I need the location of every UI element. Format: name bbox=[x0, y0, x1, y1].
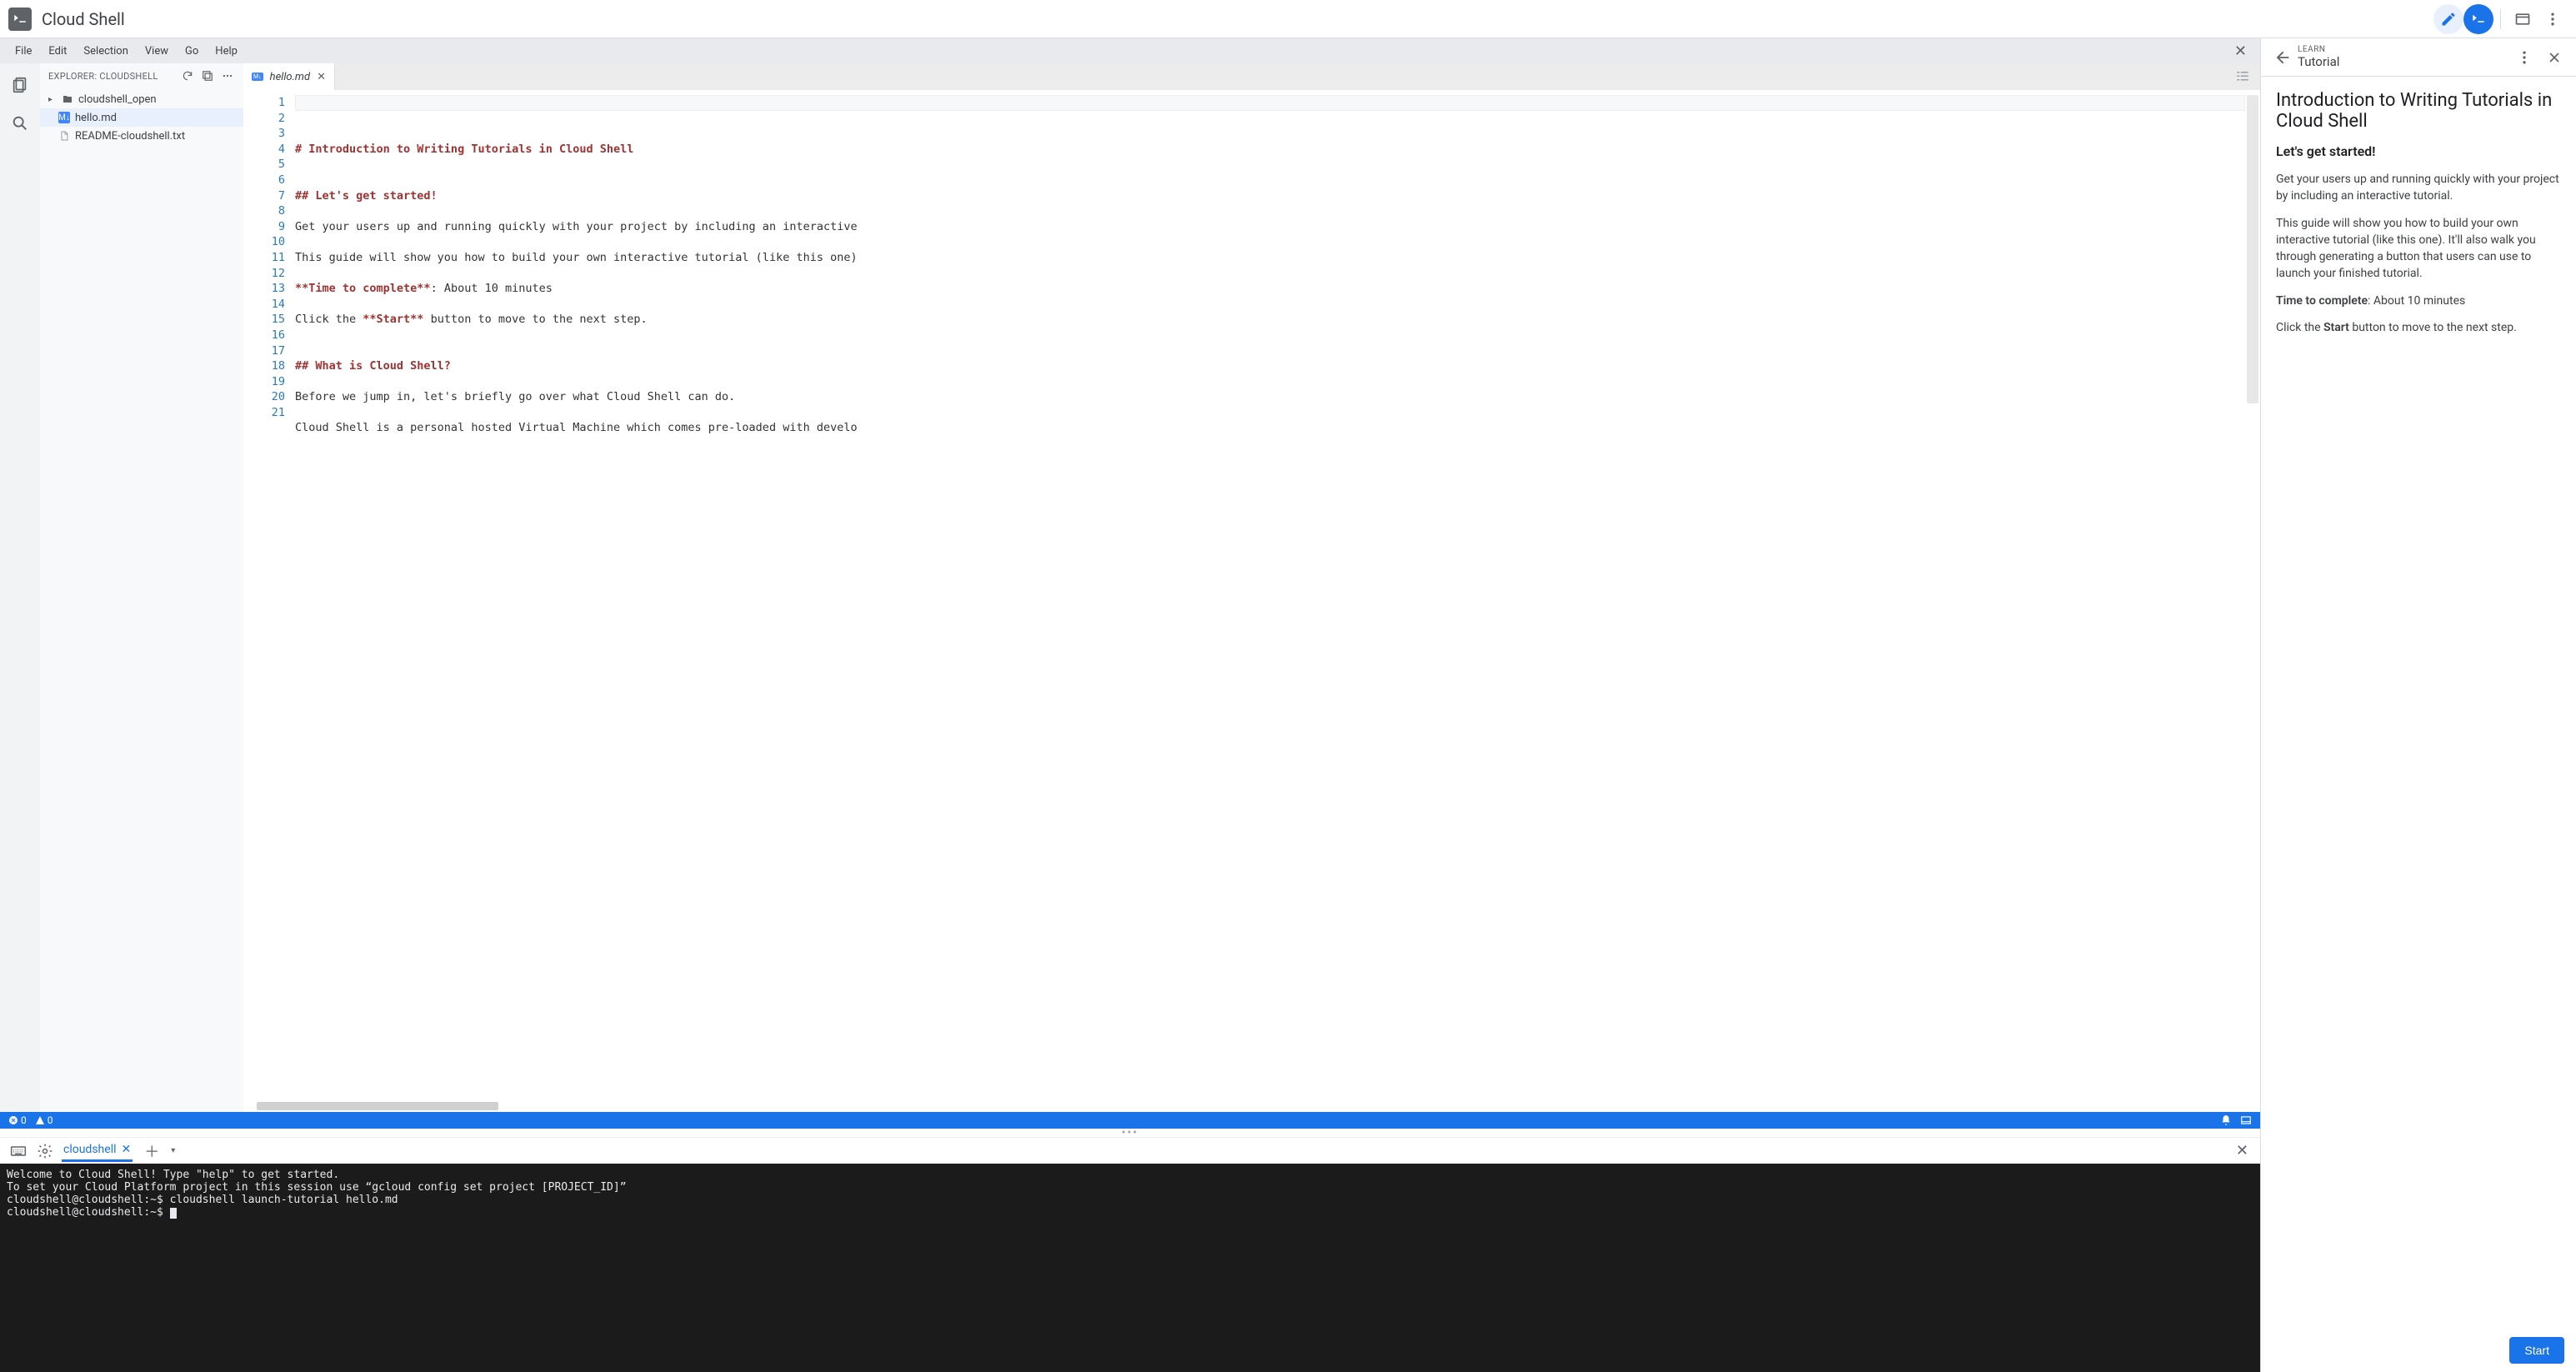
file-label: hello.md bbox=[75, 112, 117, 124]
tab-close-icon[interactable]: ✕ bbox=[317, 71, 326, 83]
brand: Cloud Shell bbox=[8, 8, 125, 31]
more-horiz-icon[interactable] bbox=[220, 68, 235, 83]
panel-more-icon[interactable] bbox=[2509, 43, 2539, 73]
folder-label: cloudshell_open bbox=[78, 93, 157, 106]
code-editor[interactable]: 123456789101112131415161718192021 # Intr… bbox=[243, 90, 2260, 1100]
tutorial-paragraph: Click the Start button to move to the ne… bbox=[2276, 319, 2561, 336]
drag-handle[interactable]: ••• bbox=[0, 1129, 2260, 1137]
tab-strip: M↓ hello.md ✕ bbox=[243, 63, 2260, 90]
add-tab-icon[interactable]: ＋ bbox=[139, 1140, 164, 1162]
tutorial-eyebrow: LEARN bbox=[2298, 45, 2339, 55]
tutorial-header-title: Tutorial bbox=[2298, 55, 2339, 69]
tutorial-body: Introduction to Writing Tutorials in Clo… bbox=[2261, 77, 2576, 1329]
line-gutter: 123456789101112131415161718192021 bbox=[243, 90, 295, 1100]
horizontal-scrollbar[interactable] bbox=[243, 1100, 2260, 1112]
app-header: Cloud Shell bbox=[0, 0, 2576, 38]
brand-title: Cloud Shell bbox=[42, 9, 125, 29]
menu-edit[interactable]: Edit bbox=[40, 42, 75, 61]
outline-icon[interactable] bbox=[2232, 66, 2253, 88]
tree-folder[interactable]: ▸ cloudshell_open bbox=[40, 90, 243, 108]
collapse-icon[interactable] bbox=[200, 68, 215, 83]
editor-area: M↓ hello.md ✕ 12345678910111213141516171… bbox=[243, 63, 2260, 1112]
markdown-file-icon: M↓ bbox=[58, 112, 70, 123]
editor-menubar: File Edit Selection View Go Help ✕ bbox=[0, 38, 2260, 63]
back-arrow-icon[interactable] bbox=[2268, 43, 2298, 73]
files-icon[interactable] bbox=[8, 73, 32, 97]
tutorial-paragraph: This guide will show you how to build yo… bbox=[2276, 215, 2561, 283]
tutorial-paragraph: Get your users up and running quickly wi… bbox=[2276, 171, 2561, 205]
panel-close-icon[interactable] bbox=[2539, 43, 2569, 73]
tutorial-title: Introduction to Writing Tutorials in Clo… bbox=[2276, 90, 2561, 132]
activity-bar bbox=[0, 63, 40, 1112]
menu-view[interactable]: View bbox=[137, 42, 177, 61]
menu-help[interactable]: Help bbox=[207, 42, 246, 61]
terminal-tab-label: cloudshell bbox=[63, 1143, 117, 1156]
gear-icon[interactable] bbox=[35, 1141, 55, 1161]
tab-label: hello.md bbox=[270, 71, 310, 83]
start-button[interactable]: Start bbox=[2509, 1337, 2564, 1364]
folder-icon bbox=[62, 93, 73, 105]
close-terminal-icon[interactable]: ✕ bbox=[2233, 1142, 2252, 1159]
status-warnings[interactable]: 0 bbox=[35, 1114, 53, 1126]
menu-file[interactable]: File bbox=[7, 42, 40, 61]
tab-dropdown-icon[interactable]: ▾ bbox=[171, 1146, 175, 1155]
file-label: README-cloudshell.txt bbox=[75, 130, 185, 143]
file-tab[interactable]: M↓ hello.md ✕ bbox=[243, 63, 335, 90]
terminal-tab[interactable]: cloudshell ✕ bbox=[62, 1139, 133, 1162]
tutorial-header: LEARN Tutorial bbox=[2261, 38, 2576, 77]
search-icon[interactable] bbox=[8, 112, 32, 135]
file-tree: ▸ cloudshell_open M↓ hello.md bbox=[40, 88, 243, 147]
text-file-icon bbox=[58, 130, 70, 142]
terminal-tabs: cloudshell ✕ ＋ ▾ ✕ bbox=[0, 1137, 2260, 1164]
code-content[interactable]: # Introduction to Writing Tutorials in C… bbox=[295, 90, 2260, 1100]
tutorial-subtitle: Let's get started! bbox=[2276, 143, 2561, 159]
tree-file[interactable]: README-cloudshell.txt bbox=[40, 127, 243, 145]
terminal-tab-close-icon[interactable]: ✕ bbox=[122, 1143, 132, 1156]
menu-go[interactable]: Go bbox=[177, 42, 207, 61]
terminal[interactable]: Welcome to Cloud Shell! Type "help" to g… bbox=[0, 1164, 2260, 1372]
bell-icon[interactable] bbox=[2220, 1114, 2232, 1126]
menu-selection[interactable]: Selection bbox=[75, 42, 136, 61]
layout-icon[interactable] bbox=[2240, 1114, 2252, 1126]
markdown-file-icon: M↓ bbox=[252, 73, 263, 81]
explorer-title: EXPLORER: CLOUDSHELL bbox=[48, 71, 175, 82]
close-editor-icon[interactable]: ✕ bbox=[2228, 39, 2253, 63]
refresh-icon[interactable] bbox=[180, 68, 195, 83]
tree-file-selected[interactable]: M↓ hello.md bbox=[40, 108, 243, 127]
tutorial-panel: LEARN Tutorial Introduction to Writing T… bbox=[2261, 38, 2576, 1372]
current-line-highlight bbox=[295, 95, 2245, 111]
terminal-icon[interactable] bbox=[2463, 4, 2493, 34]
more-vert-icon[interactable] bbox=[2538, 4, 2568, 34]
tutorial-footer: Start bbox=[2261, 1329, 2576, 1372]
divider bbox=[2500, 9, 2501, 29]
pencil-icon[interactable] bbox=[2433, 4, 2463, 34]
explorer-panel: EXPLORER: CLOUDSHELL ▸ bbox=[40, 63, 243, 1112]
status-errors[interactable]: 0 bbox=[8, 1114, 27, 1126]
cloud-shell-logo-icon bbox=[8, 8, 32, 31]
open-window-icon[interactable] bbox=[2508, 4, 2538, 34]
explorer-header: EXPLORER: CLOUDSHELL bbox=[40, 63, 243, 88]
keyboard-icon[interactable] bbox=[8, 1141, 28, 1161]
tutorial-paragraph: Time to complete: About 10 minutes bbox=[2276, 293, 2561, 309]
chevron-right-icon: ▸ bbox=[48, 95, 57, 104]
